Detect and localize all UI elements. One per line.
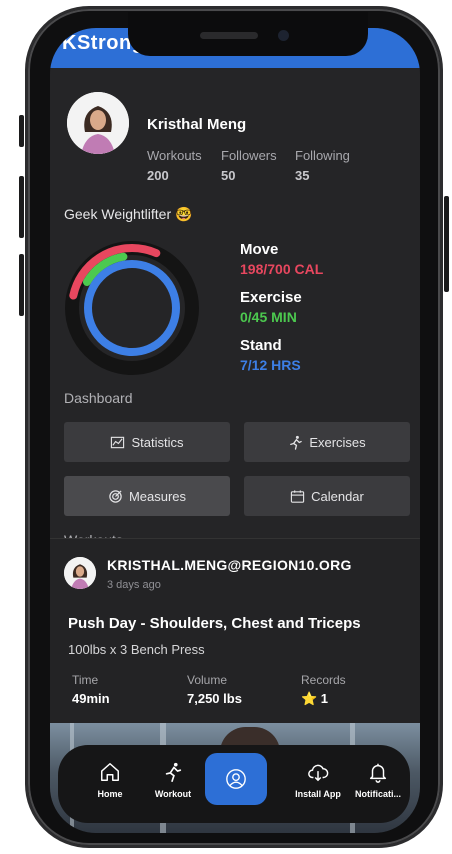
post-stat-records: Records ⭐ 1 <box>301 673 346 707</box>
nav-notifications[interactable]: Notificati... <box>348 761 408 799</box>
stand-ring <box>84 260 180 356</box>
metric-value: 198/700 CAL <box>240 261 324 277</box>
stand-metric: Stand 7/12 HRS <box>240 337 301 373</box>
metric-value: 7/12 HRS <box>240 357 301 373</box>
profile-card: Kristhal Meng Workouts 200 Followers 50 … <box>50 68 420 548</box>
post-stat-time: Time 49min <box>72 673 110 706</box>
stat-label: Records <box>301 673 346 687</box>
stat-label: Followers <box>221 148 277 163</box>
mute-switch <box>19 115 24 147</box>
app-screen: KStrong Kristhal Meng Workouts 200 Follo… <box>50 28 420 833</box>
nav-home[interactable]: Home <box>80 761 140 799</box>
nav-profile-button[interactable] <box>205 753 267 805</box>
target-icon <box>109 489 122 503</box>
post-title[interactable]: Push Day - Shoulders, Chest and Triceps <box>68 615 361 632</box>
stat-value: ⭐ 1 <box>301 691 329 706</box>
nav-label: Workout <box>154 789 192 799</box>
speaker-grille <box>200 32 258 39</box>
stat-value: 7,250 lbs <box>187 691 242 706</box>
workout-post[interactable]: KRISTHAL.MENG@REGION10.ORG 3 days ago Pu… <box>50 538 420 723</box>
power-button <box>444 196 449 292</box>
button-label: Calendar <box>311 488 364 504</box>
cloud-download-icon <box>308 764 329 782</box>
post-subtitle: 100lbs x 3 Bench Press <box>68 642 205 657</box>
measures-button[interactable]: Measures <box>64 476 230 516</box>
bell-icon <box>369 763 387 783</box>
profile-tagline: Geek Weightlifter 🤓 <box>64 206 193 222</box>
front-camera <box>278 30 289 41</box>
button-label: Measures <box>128 488 187 504</box>
calendar-button[interactable]: Calendar <box>244 476 410 516</box>
stat-value: 50 <box>221 168 236 183</box>
button-label: Exercises <box>309 434 366 450</box>
post-avatar[interactable] <box>64 557 96 589</box>
stat-following[interactable]: Following 35 <box>295 148 350 183</box>
button-label: Statistics <box>131 434 184 450</box>
avatar[interactable] <box>67 92 129 154</box>
metric-label: Exercise <box>240 289 302 306</box>
bottom-nav: Home Workout Install App Notificati... <box>58 745 410 823</box>
nav-label: Home <box>97 789 123 799</box>
stat-workouts[interactable]: Workouts 200 <box>147 148 202 183</box>
nav-label: Notificati... <box>354 789 401 799</box>
stat-label: Time <box>72 673 99 687</box>
nav-label: Install App <box>295 789 341 799</box>
stat-value: 200 <box>147 168 169 183</box>
metric-label: Stand <box>240 337 282 354</box>
nav-install-app[interactable]: Install App <box>288 761 348 799</box>
statistics-button[interactable]: Statistics <box>64 422 230 462</box>
post-stat-volume: Volume 7,250 lbs <box>187 673 242 706</box>
post-username[interactable]: KRISTHAL.MENG@REGION10.ORG <box>107 557 352 573</box>
exercises-button[interactable]: Exercises <box>244 422 410 462</box>
user-icon <box>226 769 246 789</box>
chart-icon <box>111 436 125 448</box>
dashboard-title: Dashboard <box>64 390 133 406</box>
volume-down-button <box>19 254 24 316</box>
post-timestamp: 3 days ago <box>107 579 161 591</box>
stat-label: Following <box>295 148 350 163</box>
runner-icon <box>165 762 182 782</box>
runner-icon <box>290 435 303 450</box>
nav-workout[interactable]: Workout <box>143 761 203 799</box>
stat-followers[interactable]: Followers 50 <box>221 148 277 183</box>
stat-value: 49min <box>72 691 110 706</box>
metric-value: 0/45 MIN <box>240 309 297 325</box>
home-icon <box>101 763 119 781</box>
metric-label: Move <box>240 241 279 258</box>
activity-rings <box>65 241 199 375</box>
volume-up-button <box>19 176 24 238</box>
calendar-icon <box>290 489 305 503</box>
move-metric: Move 198/700 CAL <box>240 241 323 277</box>
stat-label: Volume <box>187 673 228 687</box>
profile-name: Kristhal Meng <box>147 116 247 133</box>
stat-value: 35 <box>295 168 310 183</box>
exercise-metric: Exercise 0/45 MIN <box>240 289 302 325</box>
stat-label: Workouts <box>147 148 202 163</box>
